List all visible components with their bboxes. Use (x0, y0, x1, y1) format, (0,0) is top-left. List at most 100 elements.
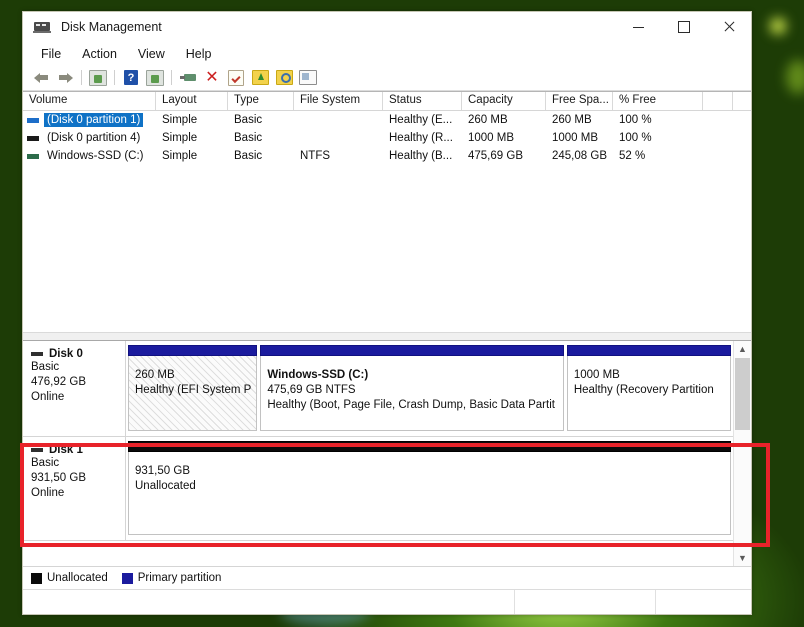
partition-type-bar (128, 345, 258, 356)
partition-status: Healthy (EFI System P (135, 384, 252, 396)
layout-cell: Simple (162, 132, 198, 144)
toolbar-separator (171, 70, 172, 85)
back-button[interactable] (29, 67, 53, 88)
toolbar-separator (81, 70, 82, 85)
disk-status: Online (31, 391, 65, 403)
status-cell: Healthy (E... (389, 114, 453, 126)
partition-efi-partition[interactable]: 260 MB Healthy (EFI System P (128, 345, 258, 431)
disk-title-line: Disk 1 (31, 444, 125, 456)
type-cell: Basic (234, 150, 263, 162)
title-bar[interactable]: Disk Management (23, 12, 751, 42)
toolbar-separator (114, 70, 115, 85)
question-mark-icon: ? (124, 70, 138, 85)
status-pane-main (23, 590, 515, 614)
pane-splitter[interactable] (23, 332, 751, 341)
window-title: Disk Management (61, 20, 162, 34)
close-button[interactable] (706, 12, 751, 42)
partition-type-bar (566, 345, 731, 356)
partition-area: 260 MB Healthy (EFI System P Windows-SSD (… (126, 341, 734, 436)
partition-details: Windows-SSD (C:) 475,69 GB NTFS Healthy (B… (260, 356, 564, 431)
red-x-icon: ✕ (205, 68, 219, 86)
disk-kind: Basic (31, 361, 60, 373)
menu-item-view[interactable]: View (129, 45, 174, 63)
partition-recovery-partition[interactable]: 1000 MB Healthy (Recovery Partition (566, 345, 731, 431)
menu-item-file[interactable]: File (32, 45, 70, 63)
scroll-down-button[interactable]: ▼ (734, 550, 751, 566)
disk-info-panel[interactable]: Disk 1 Basic 931,50 GB Online (23, 437, 126, 540)
help-button[interactable]: ? (119, 67, 143, 88)
minimize-button[interactable] (616, 12, 661, 42)
up-one-level-button[interactable] (86, 67, 110, 88)
window-layout-button[interactable] (296, 67, 320, 88)
column-header-free-spa[interactable]: Free Spa... (546, 92, 613, 110)
delete-button[interactable]: ✕ (200, 67, 224, 88)
scrollbar-thumb[interactable] (735, 358, 750, 430)
disk-size: 476,92 GB (31, 376, 86, 388)
partition-area: 931,50 GB Unallocated (126, 437, 734, 540)
column-header-blank[interactable] (703, 92, 733, 110)
partition-size: 260 MB (135, 369, 175, 381)
show-hide-console-tree-button[interactable] (143, 67, 167, 88)
rescan-disks-button[interactable] (224, 67, 248, 88)
layout-cell: Simple (162, 114, 198, 126)
partition-unallocated-partition[interactable]: 931,50 GB Unallocated (128, 441, 731, 535)
folder-magnifier-icon (275, 70, 293, 85)
disk-rows-container: Disk 0 Basic 476,92 GB Online 260 MB Healthy … (23, 341, 734, 566)
free-space-cell: 260 MB (552, 114, 592, 126)
disk-row-disk-1[interactable]: Disk 1 Basic 931,50 GB Online 931,50 GB Unall… (23, 437, 734, 541)
partition-details: 931,50 GB Unallocated (128, 452, 731, 535)
forward-button[interactable] (53, 67, 77, 88)
volume-cell: (Disk 0 partition 4) (23, 131, 156, 145)
column-header-layout[interactable]: Layout (156, 92, 228, 110)
maximize-button[interactable] (661, 12, 706, 42)
partition-windows-ssd-partition[interactable]: Windows-SSD (C:) 475,69 GB NTFS Healthy (B… (260, 345, 564, 431)
disk-info-panel[interactable]: Disk 0 Basic 476,92 GB Online (23, 341, 126, 436)
column-header-capacity[interactable]: Capacity (462, 92, 546, 110)
menu-item-action[interactable]: Action (73, 45, 126, 63)
partition-status: Healthy (Recovery Partition (573, 384, 714, 396)
free-space-cell: 245,08 GB (552, 150, 607, 162)
volume-label: (Disk 0 partition 1) (44, 113, 144, 127)
disk-icon (31, 352, 43, 356)
volume-cell: Windows-SSD (C:) (23, 149, 156, 163)
volume-color-swatch-icon (27, 153, 39, 159)
table-row[interactable]: (Disk 0 partition 1) Simple Basic Healthy (… (23, 111, 751, 129)
column-header-status[interactable]: Status (383, 92, 462, 110)
maximize-icon (677, 21, 690, 33)
wallpaper-highlight (770, 18, 786, 34)
disk-management-icon (32, 19, 54, 35)
mount-button[interactable] (248, 67, 272, 88)
scroll-up-button[interactable]: ▲ (734, 341, 751, 357)
disk-name: Disk 1 (49, 444, 83, 456)
table-row[interactable]: Windows-SSD (C:) Simple Basic NTFS Healthy (… (23, 147, 751, 165)
arrow-right-icon (58, 72, 73, 84)
percent-free-cell: 52 % (619, 150, 646, 162)
column-header-free[interactable]: % Free (613, 92, 703, 110)
legend-swatch-icon (121, 572, 133, 584)
legend-item: Primary partition (121, 572, 221, 584)
toolbar: ? ✕ (23, 65, 751, 91)
partition-size: 1000 MB (573, 369, 620, 381)
volume-color-swatch-icon (27, 117, 39, 123)
status-pane-tertiary (656, 590, 751, 614)
capacity-cell: 260 MB (468, 114, 508, 126)
menu-item-help[interactable]: Help (177, 45, 221, 63)
menu-bar: File Action View Help (23, 42, 751, 65)
graphical-disk-view: Disk 0 Basic 476,92 GB Online 260 MB Healthy … (23, 341, 751, 566)
properties-button[interactable] (176, 67, 200, 88)
disk-size: 931,50 GB (31, 472, 86, 484)
column-header-type[interactable]: Type (228, 92, 294, 110)
disk-row-disk-0[interactable]: Disk 0 Basic 476,92 GB Online 260 MB Healthy … (23, 341, 734, 437)
column-header-file-system[interactable]: File System (294, 92, 383, 110)
partition-legend: Unallocated Primary partition (23, 566, 751, 589)
status-bar (23, 589, 751, 614)
volume-list[interactable]: Volume Layout Type File System Status Capacit… (23, 91, 751, 332)
table-row[interactable]: (Disk 0 partition 4) Simple Basic Healthy (… (23, 129, 751, 147)
volume-label: Windows-SSD (C:) (47, 150, 144, 162)
capacity-cell: 475,69 GB (468, 150, 523, 162)
column-header-volume[interactable]: Volume (23, 92, 156, 110)
close-icon (723, 21, 735, 33)
partition-type-bar (128, 441, 731, 452)
search-button[interactable] (272, 67, 296, 88)
graphical-view-scrollbar[interactable]: ▲ ▼ (733, 341, 751, 566)
